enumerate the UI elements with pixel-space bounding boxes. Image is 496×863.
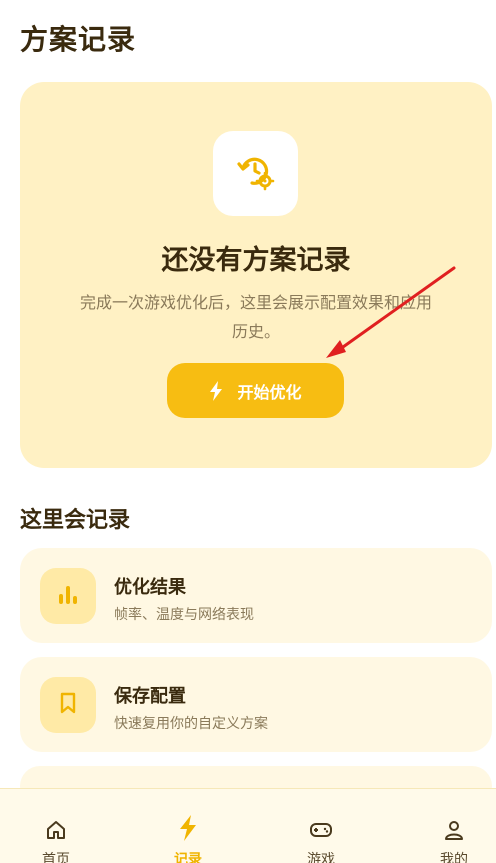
feature-icon-box (40, 677, 96, 733)
gamepad-icon (309, 819, 333, 845)
feature-title: 优化结果 (114, 577, 186, 598)
nav-label-home: 首页 (42, 852, 70, 863)
empty-state-description: 完成一次游戏优化后，这里会展示配置效果和应用 历史。 (48, 288, 464, 346)
feature-description: 快速复用你的自定义方案 (114, 716, 268, 732)
empty-state-icon-box (213, 131, 298, 216)
user-icon (443, 819, 465, 845)
empty-state-description-line2: 历史。 (231, 322, 280, 341)
feature-description: 帧率、温度与网络表现 (114, 607, 254, 623)
bottom-navigation: 首页 记录 游戏 我的 (0, 788, 496, 863)
empty-state-description-line1: 完成一次游戏优化后，这里会展示配置效果和应用 (79, 293, 432, 312)
nav-item-records[interactable]: 记录 (148, 815, 228, 863)
feature-card-save-config: 保存配置 快速复用你的自定义方案 (20, 657, 492, 752)
empty-state-card: 还没有方案记录 完成一次游戏优化后，这里会展示配置效果和应用 历史。 开始优化 (20, 82, 492, 468)
section-title: 这里会记录 (20, 508, 131, 533)
start-optimize-button[interactable]: 开始优化 (167, 363, 344, 418)
nav-label-profile: 我的 (440, 852, 468, 863)
history-settings-icon (236, 152, 276, 196)
page-title: 方案记录 (20, 23, 137, 56)
bolt-icon (209, 380, 223, 401)
start-optimize-label: 开始优化 (237, 382, 302, 402)
bookmark-icon (56, 691, 80, 719)
feature-icon-box (40, 568, 96, 624)
feature-card-optimize-result: 优化结果 帧率、温度与网络表现 (20, 548, 492, 643)
nav-label-records: 记录 (174, 852, 202, 863)
nav-item-profile[interactable]: 我的 (414, 819, 494, 863)
empty-state-title: 还没有方案记录 (161, 245, 351, 276)
nav-item-home[interactable]: 首页 (16, 819, 96, 863)
home-icon (45, 819, 67, 845)
nav-label-games: 游戏 (307, 852, 335, 863)
bar-chart-icon (56, 582, 80, 610)
feature-title: 保存配置 (114, 686, 186, 707)
nav-item-games[interactable]: 游戏 (281, 819, 361, 863)
bolt-icon (179, 815, 197, 845)
